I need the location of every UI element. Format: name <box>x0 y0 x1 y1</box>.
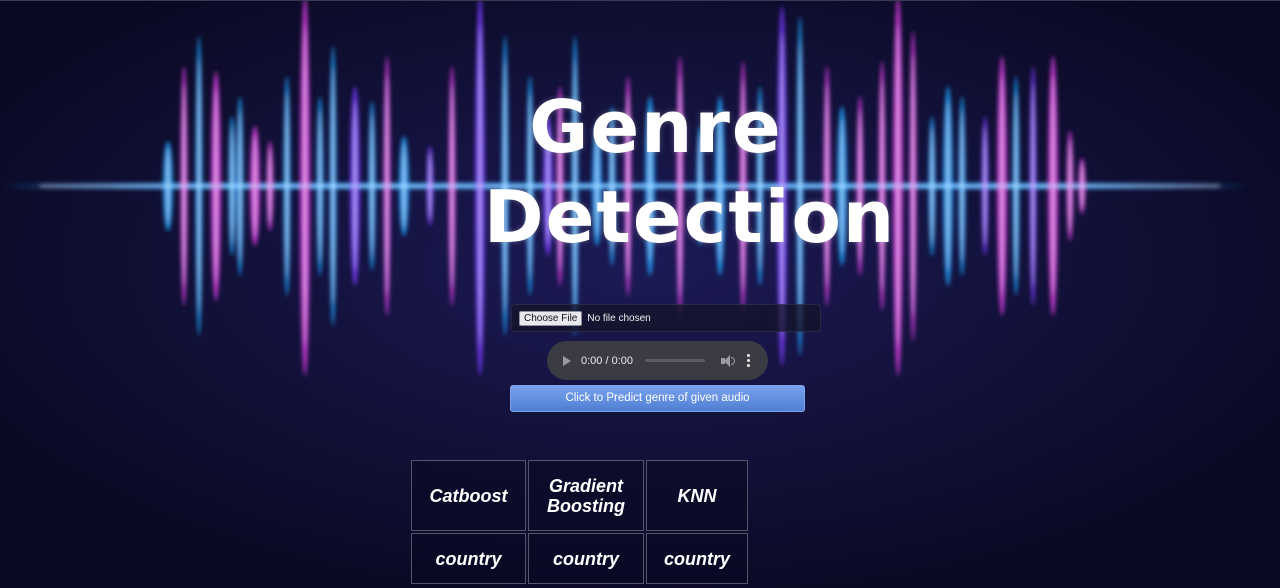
result-catboost: country <box>411 533 526 584</box>
audio-player[interactable]: 0:00 / 0:00 <box>547 341 768 380</box>
file-input[interactable]: Choose File No file chosen <box>511 304 821 332</box>
results-table: Catboost Gradient Boosting KNN country c… <box>409 458 750 586</box>
result-knn: country <box>646 533 748 584</box>
header-knn: KNN <box>646 460 748 531</box>
play-icon[interactable] <box>563 355 571 366</box>
table-row: country country country <box>411 533 748 584</box>
table-header-row: Catboost Gradient Boosting KNN <box>411 460 748 531</box>
choose-file-button[interactable]: Choose File <box>519 310 583 326</box>
volume-icon[interactable] <box>721 354 735 367</box>
predict-button[interactable]: Click to Predict genre of given audio <box>510 385 805 412</box>
audio-time: 0:00 / 0:00 <box>581 354 633 367</box>
result-gradient-boosting: country <box>528 533 644 584</box>
more-options-icon[interactable] <box>747 354 750 367</box>
header-catboost: Catboost <box>411 460 526 531</box>
page-title: Genre Detection <box>0 82 1280 262</box>
header-gradient-boosting: Gradient Boosting <box>528 460 644 531</box>
title-line-1: Genre <box>529 85 783 169</box>
top-border <box>0 0 1280 1</box>
title-line-2: Detection <box>483 175 897 259</box>
audio-progress-slider[interactable] <box>645 359 705 362</box>
file-status: No file chosen <box>587 312 651 324</box>
